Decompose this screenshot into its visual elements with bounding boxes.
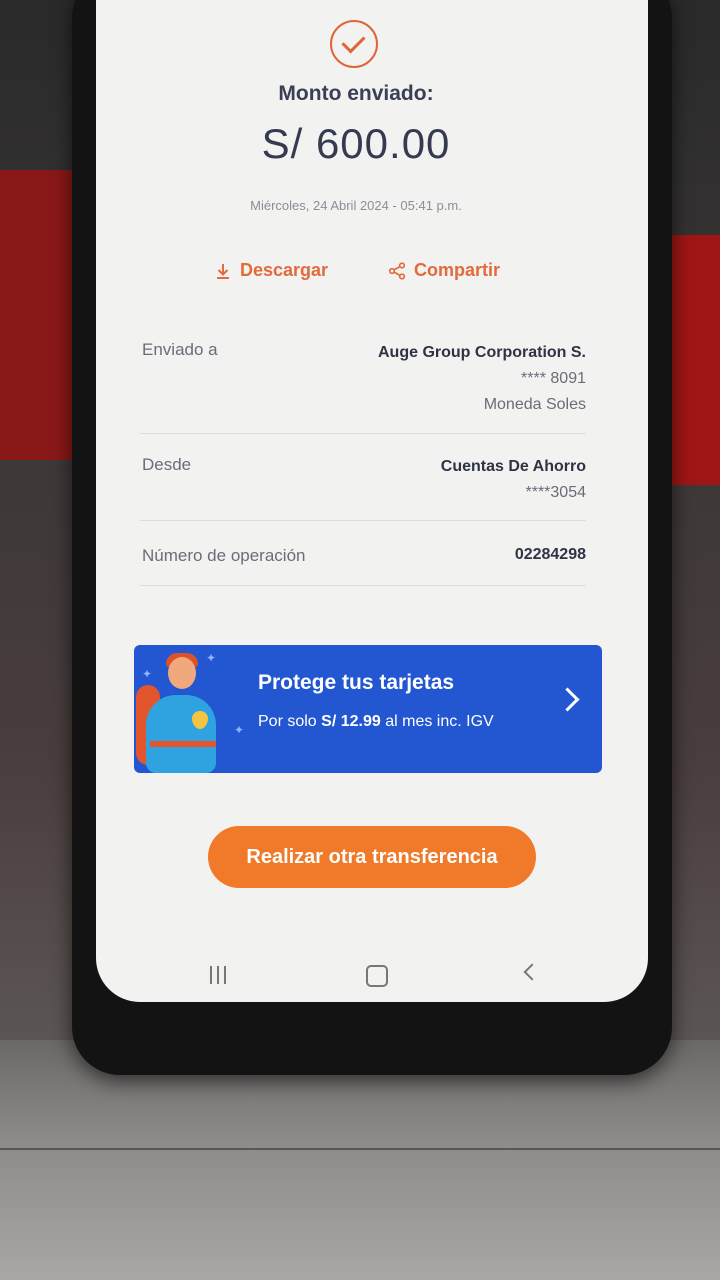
protect-cards-banner[interactable]: ✦ ✦ ✦ Protege tus tarjetas Por solo S/ 1… (134, 645, 602, 773)
download-button[interactable]: Descargar (214, 260, 328, 281)
back-icon[interactable] (523, 963, 541, 981)
share-button[interactable]: Compartir (388, 260, 500, 281)
source-account: ****3054 (525, 484, 587, 501)
phone-screen: Monto enviado: S/ 600.00 Miércoles, 24 A… (96, 0, 648, 1002)
source-account-type: Cuentas De Ahorro (440, 458, 586, 475)
page-title: Monto enviado: (278, 82, 434, 105)
home-icon[interactable] (366, 965, 388, 987)
divider (140, 520, 586, 521)
banner-title: Protege tus tarjetas (258, 671, 455, 694)
amount-sent: S/ 600.00 (261, 120, 451, 167)
background-table-edge (0, 1148, 720, 1150)
share-label: Compartir (414, 260, 501, 280)
banner-price: S/ 12.99 (321, 713, 381, 730)
recipient-currency: Moneda Soles (483, 396, 586, 413)
check-circle-icon (330, 20, 378, 68)
background-table (0, 1040, 720, 1280)
recipient-account: **** 8091 (521, 370, 586, 387)
download-label: Descargar (240, 260, 329, 280)
banner-subtitle: Por solo S/ 12.99 al mes inc. IGV (258, 713, 494, 731)
share-icon (388, 261, 406, 280)
download-icon (217, 263, 229, 279)
operation-number-label: Número de operación (142, 546, 306, 565)
android-nav-bar (96, 960, 648, 1000)
divider (140, 585, 586, 586)
divider (140, 433, 586, 434)
transaction-date: Miércoles, 24 Abril 2024 - 05:41 p.m. (250, 198, 462, 213)
banner-sub-suffix: al mes inc. IGV (385, 713, 494, 730)
operation-number: 02284298 (514, 546, 586, 563)
from-label: Desde (142, 455, 192, 474)
sent-to-label: Enviado a (142, 340, 218, 359)
recents-icon[interactable] (210, 966, 232, 984)
recipient-name: Auge Group Corporation S. (378, 344, 586, 361)
new-transfer-button[interactable]: Realizar otra transferencia (208, 826, 536, 888)
banner-sub-prefix: Por solo (258, 713, 317, 730)
chevron-right-icon (555, 687, 580, 712)
